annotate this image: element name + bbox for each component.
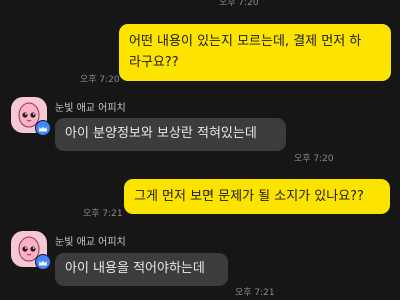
sender-name: 눈빛 애교 어피치 xyxy=(55,237,126,248)
message-time: 오후 7:21 xyxy=(83,209,123,219)
my-message-bubble[interactable]: 어떤 내용이 있는지 모르는데, 결제 먼저 하 라구요?? xyxy=(119,24,391,81)
message-text: 그게 먼저 보면 문제가 될 소지가 있나요?? xyxy=(134,189,364,204)
crown-badge-icon xyxy=(35,254,51,270)
message-text-line: 어떤 내용이 있는지 모르는데, 결제 먼저 하 xyxy=(129,34,362,49)
my-message-bubble[interactable]: 그게 먼저 보면 문제가 될 소지가 있나요?? xyxy=(124,179,390,214)
apeach-avatar-icon[interactable] xyxy=(11,231,51,270)
crown-badge-icon xyxy=(35,120,51,136)
other-message-bubble[interactable]: 아이 내용을 적어야하는데 xyxy=(55,253,228,286)
sender-name: 눈빛 애교 어피치 xyxy=(55,103,126,114)
message-time: 오후 7:20 xyxy=(294,154,334,164)
message-time: 오후 7:20 xyxy=(219,0,259,8)
other-message-bubble[interactable]: 아이 분양정보와 보상란 적혀있는데 xyxy=(55,118,286,151)
apeach-avatar-icon[interactable] xyxy=(11,97,51,136)
message-text: 아이 내용을 적어야하는데 xyxy=(65,261,205,276)
message-text: 아이 분양정보와 보상란 적혀있는데 xyxy=(65,126,257,141)
message-time: 오후 7:20 xyxy=(80,75,120,85)
message-text-line: 라구요?? xyxy=(129,55,179,70)
message-time: 오후 7:21 xyxy=(235,288,275,298)
